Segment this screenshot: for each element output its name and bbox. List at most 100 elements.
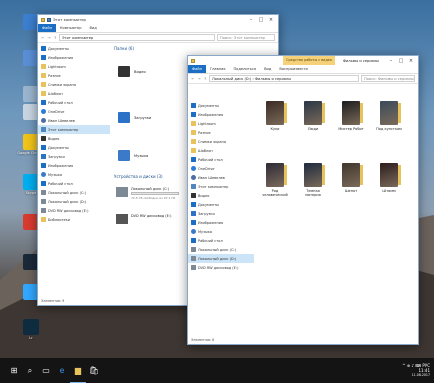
file-explorer-icon[interactable]: ▆: [70, 358, 86, 383]
close-button[interactable]: ×: [267, 17, 275, 23]
nav-item[interactable]: DVD RW дисковод (E:): [188, 263, 254, 272]
nav-item[interactable]: Изображения: [38, 161, 110, 170]
nav-item[interactable]: Снимки экрана: [38, 80, 110, 89]
ribbon-tab-1[interactable]: Компьютер: [56, 24, 86, 32]
nav-item[interactable]: Рабочий стол: [38, 98, 110, 107]
movie-folder[interactable]: Люди: [298, 101, 328, 131]
address-path[interactable]: Локальный диск (D:) › Фильмы и сериалы: [209, 75, 359, 82]
nav-item[interactable]: Загрузки: [38, 152, 110, 161]
nav-item[interactable]: Разное: [38, 71, 110, 80]
folder-video[interactable]: Видео: [118, 66, 146, 77]
nav-item[interactable]: Lightroom: [38, 62, 110, 71]
ribbon-tab-1[interactable]: Главная: [206, 65, 230, 73]
nav-item-label: Шаблон: [198, 148, 213, 153]
titlebar[interactable]: Этот компьютер – □ ×: [38, 15, 278, 24]
search-input[interactable]: Поиск: Этот компьютер: [217, 34, 275, 41]
nav-item[interactable]: Снимки экрана: [188, 137, 254, 146]
nav-item[interactable]: Локальный диск (C:): [38, 188, 110, 197]
quick-access-save-icon[interactable]: [47, 17, 51, 22]
nav-item[interactable]: OneDrive: [188, 164, 254, 173]
explorer-window-movies[interactable]: Средства работы с видео Фильмы и сериалы…: [187, 55, 419, 345]
back-icon[interactable]: ←: [41, 36, 45, 40]
ribbon-tab-2[interactable]: Поделиться: [229, 65, 260, 73]
nav-item[interactable]: Рабочий стол: [188, 236, 254, 245]
ribbon-tab-0[interactable]: Файл: [188, 65, 206, 73]
search-icon[interactable]: ⌕: [22, 358, 38, 383]
nav-item[interactable]: OneDrive: [38, 107, 110, 116]
nav-item[interactable]: Документы: [38, 44, 110, 53]
nav-item[interactable]: Изображения: [188, 218, 254, 227]
nav-item[interactable]: Загрузки: [188, 209, 254, 218]
start-button[interactable]: ⊞: [6, 358, 22, 383]
nav-item[interactable]: Видео: [188, 191, 254, 200]
ribbon-tab-2[interactable]: Вид: [85, 24, 100, 32]
movie-folder[interactable]: Мистер Робот: [336, 101, 366, 131]
nav-item[interactable]: Lightroom: [188, 119, 254, 128]
nav-item-label: Загрузки: [198, 211, 215, 216]
task-view-icon[interactable]: ▭: [38, 358, 54, 383]
group-header-folders[interactable]: Папки (6): [112, 44, 202, 53]
movie-folder-label: Люди: [307, 127, 319, 131]
ribbon-tab-0[interactable]: Файл: [38, 24, 56, 32]
nav-item[interactable]: Изображения: [188, 110, 254, 119]
titlebar[interactable]: Средства работы с видео Фильмы и сериалы…: [188, 56, 418, 65]
nav-item[interactable]: Разное: [188, 128, 254, 137]
nav-item[interactable]: Локальный диск (C:): [188, 245, 254, 254]
store-icon[interactable]: 🛍: [86, 358, 102, 383]
up-icon[interactable]: ↑: [53, 36, 57, 40]
movie-folder[interactable]: Куки: [260, 101, 290, 131]
minimize-button[interactable]: –: [247, 17, 255, 23]
clock-date[interactable]: 11.08.2017: [402, 373, 430, 377]
nav-item[interactable]: Этот компьютер: [38, 125, 110, 134]
nav-item[interactable]: Документы: [38, 143, 110, 152]
nav-item[interactable]: Шаблон: [188, 146, 254, 155]
nav-item[interactable]: Рабочий стол: [38, 179, 110, 188]
movie-folder[interactable]: Темная материя: [298, 163, 328, 197]
movie-folder[interactable]: Штамм: [374, 163, 404, 193]
ribbon-tab-3[interactable]: Вид: [260, 65, 275, 73]
folder-icon: [41, 73, 46, 78]
folder-downloads[interactable]: Загрузки: [118, 112, 151, 123]
group-header-devices[interactable]: Устройства и диски (3): [112, 172, 163, 181]
nav-item[interactable]: Видео: [38, 134, 110, 143]
forward-icon[interactable]: →: [47, 36, 51, 40]
movie-folder[interactable]: Шепот: [336, 163, 366, 193]
nav-item[interactable]: Музыка: [38, 170, 110, 179]
system-tray[interactable]: ^ ⊕ ♪ ⌨ РУС 11:41 11.08.2017: [402, 363, 430, 377]
nav-item[interactable]: Рабочий стол: [188, 155, 254, 164]
nav-item[interactable]: Иван Шевелев: [188, 173, 254, 182]
nav-item[interactable]: Документы: [188, 200, 254, 209]
nav-item[interactable]: Иван Шевелев: [38, 116, 110, 125]
minimize-button[interactable]: –: [387, 58, 395, 64]
close-button[interactable]: ×: [407, 58, 415, 64]
nav-item[interactable]: DVD RW дисковод (E:): [38, 206, 110, 215]
ribbon-tab-4[interactable]: Воспроизвести: [275, 65, 311, 73]
edge-icon[interactable]: e: [54, 358, 70, 383]
nav-item[interactable]: Этот компьютер: [188, 182, 254, 191]
nav-item[interactable]: Изображения: [38, 53, 110, 62]
folder-icon: [118, 150, 130, 161]
address-path[interactable]: Этот компьютер: [59, 34, 215, 41]
search-input[interactable]: Поиск: Фильмы и сериалы: [361, 75, 415, 82]
desktop-icon-9[interactable]: Lr: [17, 319, 45, 349]
back-icon[interactable]: ←: [191, 77, 195, 81]
movie-folder[interactable]: Род человеческий: [260, 163, 290, 197]
folder-music[interactable]: Музыка: [118, 150, 148, 161]
nav-item[interactable]: Библиотеки: [38, 215, 110, 224]
movie-folder[interactable]: Под кунсткам: [374, 101, 404, 131]
maximize-button[interactable]: □: [257, 17, 265, 23]
nav-item-label: Документы: [198, 202, 219, 207]
nav-item[interactable]: Шаблон: [38, 89, 110, 98]
nav-item[interactable]: Локальный диск (D:): [38, 197, 110, 206]
nav-item[interactable]: Локальный диск (D:): [188, 254, 254, 263]
context-tab-video-tools[interactable]: Средства работы с видео: [283, 56, 335, 65]
documents-icon: [191, 202, 196, 207]
status-bar: Элементов: 8: [188, 337, 418, 344]
forward-icon[interactable]: →: [197, 77, 201, 81]
quick-access-folder-icon: [41, 17, 45, 22]
nav-item[interactable]: Документы: [188, 101, 254, 110]
up-icon[interactable]: ↑: [203, 77, 207, 81]
taskbar: ⊞ ⌕ ▭ e ▆ 🛍 ^ ⊕ ♪ ⌨ РУС 11:41 11.08.2017: [0, 358, 434, 383]
maximize-button[interactable]: □: [397, 58, 405, 64]
nav-item[interactable]: Музыка: [188, 227, 254, 236]
